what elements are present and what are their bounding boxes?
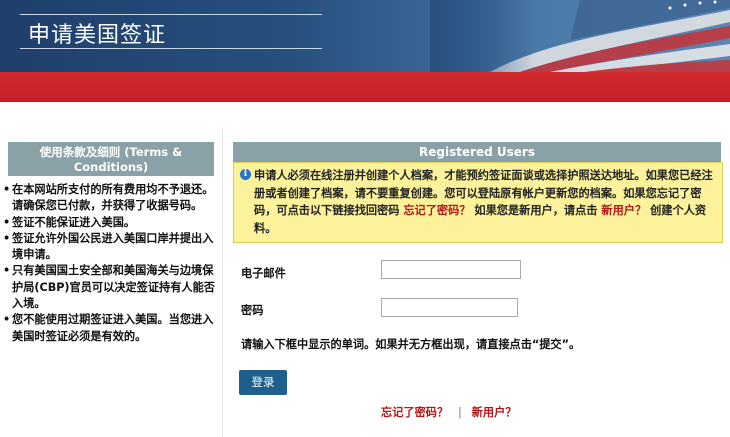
site-header: 申请美国签证 (0, 0, 730, 72)
forgot-password-link[interactable]: 忘记了密码？ (403, 204, 470, 217)
terms-item: 您不能使用过期签证进入美国。当您进入美国时签证必须是有效的。 (2, 312, 218, 345)
notice-text-middle: 如果您是新用户，请点击 (474, 204, 598, 217)
bottom-links: 忘记了密码？ | 新用户？ (381, 404, 517, 420)
registered-users-heading: Registered Users (233, 142, 721, 162)
email-field[interactable] (381, 260, 521, 279)
title-rule-bottom (20, 48, 322, 49)
title-rule-top (20, 14, 322, 15)
terms-heading: 使用条款及细则 (Terms & Conditions) (8, 142, 214, 176)
us-flag-banner-icon (430, 0, 730, 72)
red-banner (0, 72, 730, 102)
page-title: 申请美国签证 (28, 23, 167, 48)
terms-item: 签证不能保证进入美国。 (2, 215, 218, 232)
terms-item: 在本网站所支付的所有费用均不予退还。请确保您已付款，并获得了收据号码。 (2, 182, 218, 215)
password-field[interactable] (381, 298, 518, 317)
terms-list: 在本网站所支付的所有费用均不予退还。请确保您已付款，并获得了收据号码。 签证不能… (2, 182, 218, 345)
link-separator: | (458, 406, 462, 419)
email-label: 电子邮件 (241, 267, 286, 280)
terms-item: 签证允许外国公民进入美国口岸并提出入境申请。 (2, 231, 218, 264)
login-panel: Registered Users i 申请人必须在线注册并创建个人档案，才能预约… (222, 128, 730, 437)
terms-item: 只有美国国土安全部和美国海关与边境保护局(CBP)官员可以决定签证持有人能否入境… (2, 263, 218, 312)
captcha-hint: 请输入下框中显示的单词。如果并无方框出现，请直接点击“提交”。 (241, 338, 581, 351)
notice-box: i 申请人必须在线注册并创建个人档案，才能预约签证面谈或选择护照送达地址。如果您… (233, 162, 723, 243)
forgot-password-bottom-link[interactable]: 忘记了密码？ (381, 406, 448, 419)
password-label: 密码 (241, 304, 264, 317)
new-user-link[interactable]: 新用户？ (601, 204, 646, 217)
terms-column: 使用条款及细则 (Terms & Conditions) 在本网站所支付的所有费… (0, 120, 222, 437)
login-button[interactable]: 登录 (239, 370, 287, 395)
info-icon: i (240, 169, 251, 180)
new-user-bottom-link[interactable]: 新用户？ (472, 406, 517, 419)
